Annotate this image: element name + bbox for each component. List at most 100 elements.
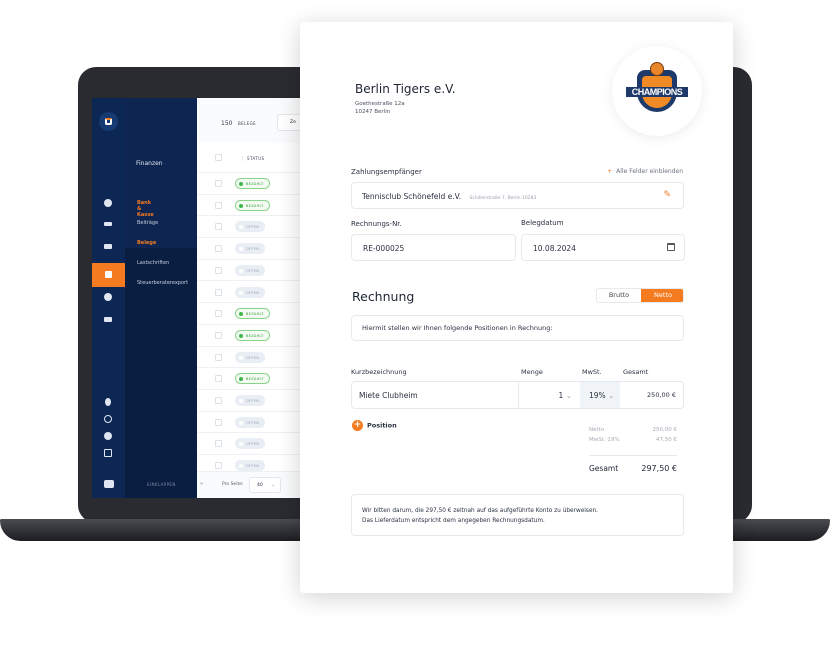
dashboard-icon[interactable] [104,199,112,207]
status-badge: OFFEN [235,460,266,472]
intro-text-field[interactable]: Hiermit stellen wir Ihnen folgende Posit… [351,315,684,341]
row-checkbox[interactable] [215,397,222,404]
row-checkbox[interactable] [215,310,222,318]
menu-item-steuerberater[interactable]: Steuerberaterexport [137,280,188,286]
status-badge: BEZAHLT [235,199,270,211]
vat-value: 47,50 € [656,437,677,443]
row-checkbox[interactable] [215,288,222,296]
row-checkbox[interactable] [215,245,222,253]
edit-icon[interactable]: ✎ [663,190,671,200]
item-qty: 1 [558,391,564,400]
calendar-icon[interactable] [667,243,675,251]
collapse-button[interactable]: EINKLAPPEN [147,482,176,487]
footer-line-1: Wir bitten darum, die 297,50 € zeitnah a… [362,508,599,514]
total-label: Gesamt [589,464,619,473]
item-vat-select[interactable]: 19% ⌄ [580,382,620,408]
per-page-value: 40 [257,483,263,488]
status-badge: BEZAHLT [235,178,270,189]
app-logo[interactable] [99,112,118,131]
org-address-city: 10247 Berlin [355,109,391,115]
row-checkbox[interactable] [215,331,222,339]
megaphone-icon[interactable] [104,317,112,322]
status-badge: OFFEN [235,264,266,276]
per-page-select[interactable]: 40 ⌄ [249,477,281,493]
gear-icon[interactable] [104,293,112,301]
row-checkbox[interactable] [215,223,222,231]
club-logo[interactable]: CHAMPIONS [612,46,702,136]
row-checkbox[interactable] [215,462,222,470]
row-checkbox[interactable] [215,201,222,209]
sidebar-item-finance[interactable] [92,263,125,287]
select-all-checkbox[interactable] [215,154,222,161]
add-position-button[interactable]: + Position [352,420,397,431]
add-position-label: Position [367,421,397,430]
org-address-street: Goethestraße 12a [355,101,405,107]
section-title: Rechnung [352,289,415,304]
date-value: 10.08.2024 [533,244,576,253]
item-desc-input[interactable]: Miete Clubheim [359,391,418,400]
status-badge: OFFEN [235,221,266,233]
total-value: 297,50 € [641,464,677,473]
brutto-toggle[interactable]: Brutto [597,289,641,302]
netto-toggle[interactable]: Netto [641,289,683,302]
show-all-fields-link[interactable]: + Alle Felder einblenden [607,168,683,175]
column-total: Gesamt [623,368,649,376]
row-checkbox[interactable] [215,375,222,383]
row-checkbox[interactable] [215,440,222,448]
menu-item-beitraege[interactable]: Beiträge [137,220,158,226]
record-count-label: BELEGE [238,121,257,126]
status-badge: OFFEN [235,351,266,363]
brutto-netto-toggle: Brutto Netto [596,288,684,303]
menu-item-lastschriften[interactable]: Lastschriften [137,260,169,266]
item-vat: 19% [589,391,606,400]
date-label: Belegdatum [521,219,564,227]
chat-icon[interactable] [104,480,114,488]
footer-line-2: Das Lieferdatum entspricht dem angegeben… [362,518,545,524]
summary-divider [589,455,677,456]
recipient-field[interactable]: Tennisclub Schönefeld e.V. Schillerstraß… [351,182,684,209]
menu-header: Finanzen [125,98,197,248]
status-badge: OFFEN [235,243,266,255]
column-qty: Menge [521,368,543,376]
status-badge: OFFEN [235,438,266,450]
line-item-row: Miete Clubheim 1 ⌄ 19% ⌄ 250,00 € [351,381,684,409]
show-all-fields-label: Alle Felder einblenden [616,168,683,175]
recipient-address: Schillerstraße 7, Berlin 10283 [469,196,537,201]
org-name: Berlin Tigers e.V. [355,82,456,96]
netto-value: 250,00 € [652,427,678,433]
vat-label: MwSt. 19% [589,437,620,443]
status-badge: BEZAHLT [235,373,270,385]
expand-icon[interactable]: » [200,481,203,487]
logo-text: CHAMPIONS [626,87,688,97]
info-icon[interactable] [104,432,112,440]
invoice-no-input[interactable]: RE-000025 [351,234,516,261]
list-icon[interactable] [104,222,112,226]
footer-text-field[interactable]: Wir bitten darum, die 297,50 € zeitnah a… [351,494,684,536]
row-checkbox[interactable] [215,180,222,187]
icon-sidebar [92,98,125,498]
menu-item-bank[interactable]: Bank & Kasse [137,200,154,218]
status-badge: OFFEN [235,395,266,406]
status-badge: OFFEN [235,286,266,298]
org-icon[interactable] [104,244,112,249]
row-checkbox[interactable] [215,353,222,361]
column-vat: MwSt. [582,368,602,376]
menu-title: Finanzen [136,160,163,167]
status-column-header: STATUS [242,156,264,161]
logout-icon[interactable] [104,449,112,457]
recipient-name: Tennisclub Schönefeld e.V. [362,192,462,201]
record-count: 150 [221,120,233,127]
netto-label: Netto [589,427,605,433]
item-qty-select[interactable]: 1 ⌄ [518,382,580,408]
search-icon[interactable] [104,415,112,423]
plus-icon: + [352,420,363,431]
menu-item-belege[interactable]: Belege [137,240,156,246]
bell-icon[interactable] [105,398,111,406]
row-checkbox[interactable] [215,418,222,426]
recipient-label: Zahlungsempfänger [351,168,422,176]
status-badge: OFFEN [235,416,266,428]
column-desc: Kurzbezeichnung [351,368,407,376]
date-input[interactable]: 10.08.2024 [521,234,685,261]
item-total: 250,00 € [647,391,676,399]
row-checkbox[interactable] [215,266,222,274]
